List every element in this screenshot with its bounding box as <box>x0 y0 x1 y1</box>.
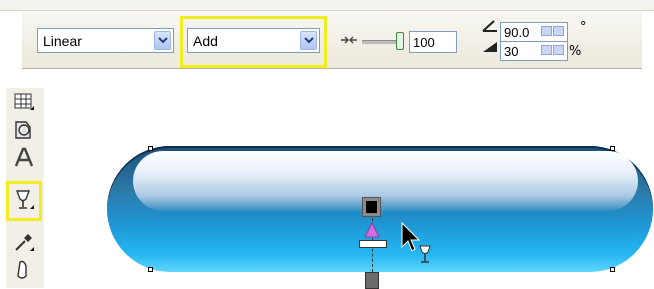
angle-spinner[interactable] <box>541 24 565 36</box>
edge-pad-input[interactable]: 30 <box>500 41 568 61</box>
midpoint-triangle-icon[interactable] <box>364 221 380 242</box>
angle-icon <box>481 19 499 37</box>
selection-handle[interactable] <box>148 146 153 151</box>
transparency-end-handle[interactable] <box>365 272 379 289</box>
transparency-midpoint-slider[interactable] <box>359 240 387 248</box>
fill-tool-icon[interactable] <box>10 256 38 284</box>
midpoint-slider[interactable] <box>362 40 398 44</box>
merge-mode-value: Add <box>193 33 218 49</box>
angle-input[interactable]: 90.0 <box>500 22 568 42</box>
midpoint-input[interactable]: 100 <box>409 31 457 53</box>
midpoint-slider-thumb[interactable] <box>396 32 404 50</box>
merge-mode-dropdown[interactable]: Add <box>187 28 320 53</box>
selection-handle[interactable] <box>610 267 615 272</box>
interactive-transparency-tool-icon[interactable] <box>10 186 38 214</box>
text-tool-icon[interactable] <box>10 144 38 172</box>
edge-pad-unit: % <box>569 44 582 59</box>
edge-pad-icon <box>481 40 499 58</box>
shape-tool-icon[interactable] <box>10 116 38 144</box>
gradient-type-dropdown[interactable]: Linear <box>37 28 174 53</box>
selection-handle[interactable] <box>610 146 615 151</box>
chevron-down-icon[interactable] <box>300 31 317 50</box>
edge-pad-spinner[interactable] <box>541 43 565 55</box>
gloss-highlight-shape[interactable] <box>133 151 638 211</box>
toolbox <box>6 88 44 288</box>
gradient-type-value: Linear <box>43 33 82 49</box>
angle-unit: ° <box>580 20 587 35</box>
chevron-down-icon[interactable] <box>154 31 171 50</box>
menu-strip <box>0 0 654 11</box>
eyedropper-tool-icon[interactable] <box>10 228 38 256</box>
table-tool-icon[interactable] <box>10 88 38 116</box>
transparency-start-handle[interactable] <box>362 197 381 217</box>
midpoint-icon <box>340 34 358 50</box>
selection-handle[interactable] <box>148 267 153 272</box>
transparency-cursor-icon <box>418 244 432 270</box>
